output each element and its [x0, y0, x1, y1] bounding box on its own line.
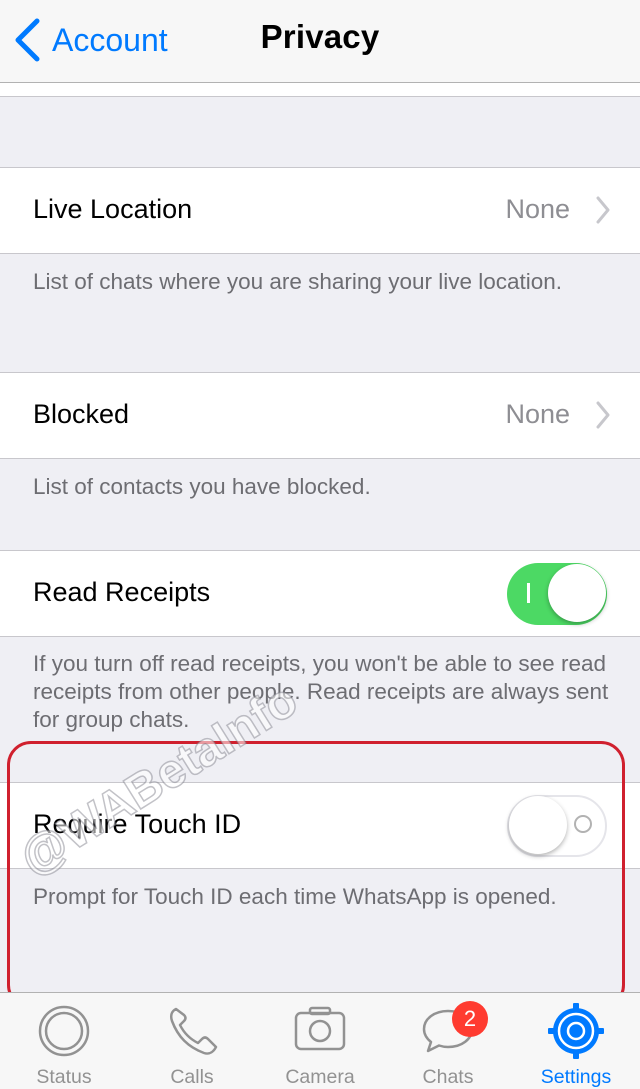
blocked-value: None: [505, 399, 570, 429]
live-location-value: None: [505, 194, 570, 224]
blocked-row[interactable]: Blocked None: [0, 372, 640, 459]
tab-calls[interactable]: Calls: [128, 993, 256, 1089]
touch-id-label: Require Touch ID: [33, 809, 242, 839]
phone-icon: [169, 1007, 218, 1055]
live-location-label: Live Location: [33, 194, 193, 224]
toggle-knob: [548, 564, 606, 622]
chats-badge: 2: [452, 1001, 488, 1037]
camera-icon: [294, 1006, 346, 1051]
gear-icon: [548, 1003, 604, 1059]
chevron-right-icon: [596, 401, 610, 429]
blocked-footer: List of contacts you have blocked.: [33, 474, 371, 499]
live-location-footer: List of chats where you are sharing your…: [33, 269, 563, 294]
tab-status-label: Status: [36, 1066, 92, 1088]
toggle-on-mark: [527, 583, 530, 603]
chevron-right-icon: [596, 196, 610, 224]
read-receipts-label: Read Receipts: [33, 577, 211, 607]
blocked-label: Blocked: [33, 399, 130, 429]
touch-id-toggle[interactable]: [507, 795, 607, 857]
tab-chats-label: Chats: [422, 1066, 474, 1088]
toggle-knob: [509, 796, 567, 854]
live-location-row[interactable]: Live Location None: [0, 167, 640, 254]
read-receipts-toggle[interactable]: [507, 563, 607, 625]
scrolled-cell-edge: [0, 83, 640, 97]
tab-settings-label: Settings: [540, 1066, 612, 1088]
read-receipts-footer: If you turn off read receipts, you won't…: [33, 651, 609, 732]
tab-settings[interactable]: Settings: [512, 993, 640, 1089]
tab-bar: Status Calls Camera 2 Chats Settings: [0, 992, 640, 1089]
status-icon: [38, 1005, 90, 1057]
tab-camera[interactable]: Camera: [256, 993, 384, 1089]
page-title: Privacy: [260, 18, 380, 55]
touch-id-footer: Prompt for Touch ID each time WhatsApp i…: [33, 884, 557, 909]
read-receipts-row: Read Receipts: [0, 550, 640, 637]
toggle-off-mark: [574, 815, 592, 833]
touch-id-row: Require Touch ID: [0, 782, 640, 869]
tab-calls-label: Calls: [170, 1066, 214, 1088]
navigation-bar: Account Privacy: [0, 0, 640, 83]
tab-status[interactable]: Status: [0, 993, 128, 1089]
tab-chats[interactable]: 2 Chats: [384, 993, 512, 1089]
tab-camera-label: Camera: [285, 1066, 355, 1088]
